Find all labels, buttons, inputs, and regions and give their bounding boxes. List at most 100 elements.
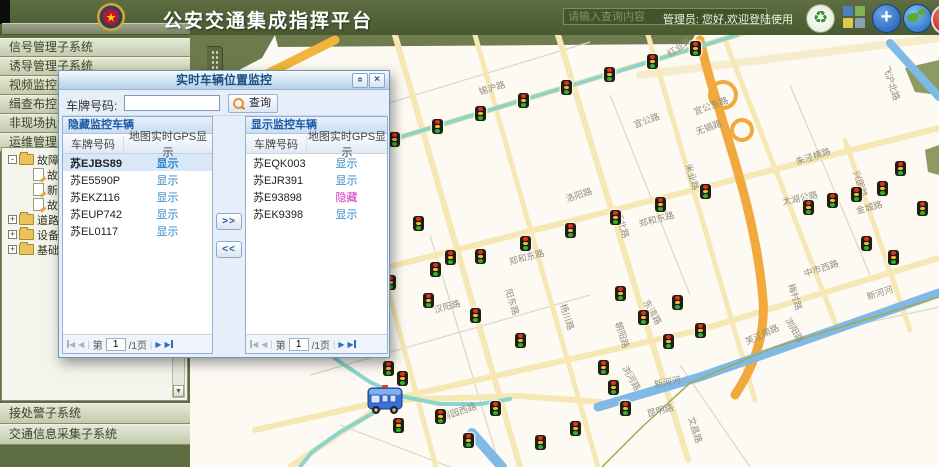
last-page-icon[interactable]: ▶ (165, 340, 173, 349)
traffic-light-icon[interactable] (463, 433, 474, 448)
next-page-icon[interactable]: ▶ (155, 340, 161, 349)
g-light (806, 210, 811, 213)
vehicle-row[interactable]: 苏EJR391显示 (246, 171, 387, 188)
traffic-light-icon[interactable] (917, 201, 928, 216)
close-icon[interactable]: × (369, 73, 385, 88)
traffic-light-icon[interactable] (888, 250, 899, 265)
traffic-light-icon[interactable] (861, 236, 872, 251)
plate-number-input[interactable] (124, 95, 220, 111)
traffic-light-icon[interactable] (570, 421, 581, 436)
traffic-light-icon[interactable] (561, 80, 572, 95)
sidebar-item-信号管理子系统[interactable]: 信号管理子系统 (0, 38, 190, 57)
prev-page-icon[interactable]: ◀ (261, 340, 267, 349)
traffic-light-icon[interactable] (604, 67, 615, 82)
traffic-light-icon[interactable] (435, 409, 446, 424)
hide-link[interactable]: 隐藏 (336, 192, 358, 204)
show-link[interactable]: 显示 (157, 192, 179, 204)
sidebar-item-接处警子系统[interactable]: 接处警子系统 (0, 403, 190, 424)
traffic-light-icon[interactable] (518, 93, 529, 108)
add-icon[interactable]: + (872, 4, 901, 33)
traffic-light-icon[interactable] (827, 193, 838, 208)
plate-number: 苏E5590P (63, 172, 123, 188)
prev-page-icon[interactable]: ◀ (78, 340, 84, 349)
power-icon[interactable] (931, 4, 939, 35)
first-page-icon[interactable]: ◀ (250, 340, 258, 349)
traffic-light-icon[interactable] (383, 361, 394, 376)
vehicle-rows: 苏EJBS89显示苏E5590P显示苏EKZ116显示苏EUP742显示苏EL0… (63, 154, 212, 239)
show-link[interactable]: 显示 (157, 175, 179, 187)
traffic-light-icon[interactable] (851, 187, 862, 202)
show-link[interactable]: 显示 (157, 209, 179, 221)
g-light (658, 207, 663, 210)
traffic-light-icon[interactable] (672, 295, 683, 310)
show-link[interactable]: 显示 (157, 158, 179, 170)
vehicle-row[interactable]: 苏EUP742显示 (63, 205, 212, 222)
gps-cell: 显示 (306, 172, 387, 188)
traffic-light-icon[interactable] (432, 119, 443, 134)
traffic-light-icon[interactable] (700, 184, 711, 199)
traffic-light-icon[interactable] (535, 435, 546, 450)
move-left-button[interactable]: << (216, 241, 242, 258)
traffic-light-icon[interactable] (663, 334, 674, 349)
traffic-light-icon[interactable] (520, 236, 531, 251)
show-link[interactable]: 显示 (336, 158, 358, 170)
vehicle-row[interactable]: 苏E93898隐藏 (246, 188, 387, 205)
traffic-light-icon[interactable] (430, 262, 441, 277)
vehicle-row[interactable]: 苏E5590P 显示 (63, 171, 212, 188)
traffic-light-icon[interactable] (895, 161, 906, 176)
tile (843, 18, 853, 28)
vehicle-row[interactable]: 苏EL0117显示 (63, 222, 212, 239)
traffic-light-icon[interactable] (475, 249, 486, 264)
traffic-light-icon[interactable] (803, 200, 814, 215)
traffic-light-icon[interactable] (655, 197, 666, 212)
page-number-input[interactable] (289, 338, 309, 351)
traffic-light-icon[interactable] (445, 250, 456, 265)
traffic-light-icon[interactable] (475, 106, 486, 121)
traffic-light-icon[interactable] (393, 418, 404, 433)
next-page-icon[interactable]: ▶ (338, 340, 344, 349)
traffic-light-icon[interactable] (610, 210, 621, 225)
expand-icon[interactable]: + (8, 245, 17, 254)
expand-icon[interactable]: + (8, 215, 17, 224)
collapse-icon[interactable]: « (352, 73, 368, 88)
traffic-light-icon[interactable] (565, 223, 576, 238)
traffic-light-icon[interactable] (690, 41, 701, 56)
traffic-light-icon[interactable] (620, 401, 631, 416)
scroll-down-arrow-icon[interactable]: ▼ (173, 385, 184, 397)
traffic-light-icon[interactable] (695, 323, 706, 338)
vehicle-row[interactable]: 苏EKZ116显示 (63, 188, 212, 205)
traffic-light-icon[interactable] (877, 181, 888, 196)
move-right-button[interactable]: >> (216, 213, 242, 230)
sidebar-item-交通信息采集子系统[interactable]: 交通信息采集子系统 (0, 424, 190, 445)
expand-icon[interactable]: + (8, 230, 17, 239)
first-page-icon[interactable]: ◀ (67, 340, 75, 349)
traffic-light-icon[interactable] (638, 310, 649, 325)
vehicle-row[interactable]: 苏EQK003显示 (246, 154, 387, 171)
traffic-light-icon[interactable] (598, 360, 609, 375)
collapse-icon[interactable]: - (8, 155, 17, 164)
vehicle-row[interactable]: 苏EK9398显示 (246, 205, 387, 222)
traffic-light-icon[interactable] (615, 286, 626, 301)
vehicle-row[interactable]: 苏EJBS89显示 (63, 154, 212, 171)
show-link[interactable]: 显示 (157, 226, 179, 238)
traffic-light-icon[interactable] (423, 293, 434, 308)
query-button[interactable]: 查询 (228, 94, 278, 113)
traffic-light-icon[interactable] (515, 333, 526, 348)
show-link[interactable]: 显示 (336, 209, 358, 221)
last-page-icon[interactable]: ▶ (348, 340, 356, 349)
traffic-light-icon[interactable] (490, 401, 501, 416)
map-tiles-icon[interactable] (843, 6, 865, 28)
road-label: 浏阳路 (783, 316, 806, 345)
show-link[interactable]: 显示 (336, 175, 358, 187)
traffic-light-icon[interactable] (413, 216, 424, 231)
recycle-icon[interactable]: ♻ (806, 4, 835, 33)
traffic-light-icon[interactable] (389, 132, 400, 147)
globe-icon[interactable] (903, 4, 932, 33)
y-light (641, 316, 646, 319)
page-number-input[interactable] (106, 338, 126, 351)
g-light (898, 171, 903, 174)
traffic-light-icon[interactable] (470, 308, 481, 323)
dialog-title-bar[interactable]: 实时车辆位置监控 « × (59, 71, 389, 90)
traffic-light-icon[interactable] (608, 380, 619, 395)
traffic-light-icon[interactable] (647, 54, 658, 69)
